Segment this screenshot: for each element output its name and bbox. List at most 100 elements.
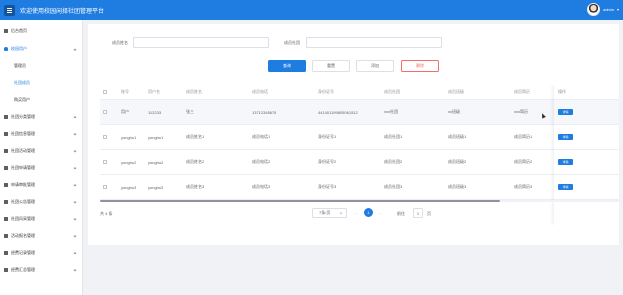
detail-button[interactable]: 详情 xyxy=(558,184,573,190)
row-checkbox[interactable] xyxy=(103,110,107,114)
sidebar-item-label: 社团风采管理 xyxy=(11,216,35,221)
reset-button[interactable]: 重置 xyxy=(312,60,350,72)
sidebar-item-club-members[interactable]: 社团成员 xyxy=(0,78,83,88)
table-cell: 成员姓名2 xyxy=(186,159,205,164)
sidebar-item-label: 后台首页 xyxy=(11,28,27,33)
table-cell: 成员社团3 xyxy=(384,184,403,189)
table-cell: 13712345678 xyxy=(252,109,277,115)
sidebar-item-label: 经费记录管理 xyxy=(11,250,35,255)
sidebar-item-announcements[interactable]: 社团公告管理 xyxy=(0,197,83,207)
page-size-value: 7条/页 xyxy=(319,210,331,215)
delete-button[interactable]: 删除 xyxy=(401,60,439,72)
column-header: 成员姓名 xyxy=(186,89,202,94)
table-row[interactable]: yonghu1 yonghu1 成员姓名1 成员电话1 身份证号1 成员社团1 … xyxy=(100,125,619,150)
member-club-label: 成员社团 xyxy=(284,40,300,45)
table-cell: 成员电话2 xyxy=(252,159,271,164)
row-checkbox[interactable] xyxy=(103,160,107,164)
chevron-down-icon xyxy=(73,268,77,272)
add-button[interactable]: 添加 xyxy=(356,60,394,72)
menu-toggle-button[interactable] xyxy=(4,4,15,16)
horizontal-scrollbar[interactable] xyxy=(100,200,619,202)
member-name-label: 成员姓名 xyxy=(112,40,128,45)
table-cell: 成员姓名1 xyxy=(186,134,205,139)
table-row[interactable]: yonghu2 yonghu2 成员姓名2 成员电话2 身份证号2 成员社团2 … xyxy=(100,150,619,175)
sidebar-item-funds-records[interactable]: 经费记录管理 xyxy=(0,248,83,258)
sidebar-item-buyers[interactable]: 购买用户 xyxy=(0,95,83,105)
column-header: 成员社团 xyxy=(384,89,400,94)
table-cell: yonghu1 xyxy=(121,134,137,140)
table-cell: 成员简历1 xyxy=(514,134,533,139)
sidebar-item-club-activity[interactable]: 社团活动管理 xyxy=(0,146,83,156)
column-header: 账号 xyxy=(121,89,129,94)
scrollbar-thumb[interactable] xyxy=(100,200,500,202)
sidebar-item-label: 经费汇总管理 xyxy=(11,267,35,272)
sidebar-item-label: 社团分类管理 xyxy=(11,114,35,119)
detail-button[interactable]: 详情 xyxy=(558,109,573,115)
sidebar-item-admin[interactable]: 管理员 xyxy=(0,61,83,71)
chevron-up-icon xyxy=(73,48,77,52)
user-name[interactable]: admin xyxy=(603,7,614,12)
chevron-down-icon xyxy=(73,166,77,170)
chevron-down-icon xyxy=(73,115,77,119)
sidebar-item-label: 社团公告管理 xyxy=(11,199,35,204)
grid-icon xyxy=(4,251,8,255)
search-button[interactable]: 查询 xyxy=(268,60,306,72)
table-cell: yonghu3 xyxy=(121,184,137,190)
chevron-down-icon xyxy=(73,183,77,187)
sidebar-item-approval[interactable]: 申请审批管理 xyxy=(0,180,83,190)
column-header: 用户名 xyxy=(148,89,160,94)
goto-label: 前往 xyxy=(397,211,405,216)
member-name-input[interactable] xyxy=(133,37,269,48)
column-header: 成员简历 xyxy=(514,89,530,94)
page-size-select[interactable]: 7条/页 xyxy=(312,208,347,218)
members-table: 账号 用户名 成员姓名 成员电话 身份证号 成员社团 成员班级 成员简历 用户 … xyxy=(100,85,619,225)
user-menu[interactable]: admin xyxy=(587,3,619,16)
grid-icon xyxy=(4,217,8,221)
table-cell: 成员电话1 xyxy=(252,134,271,139)
sidebar-item-club-category[interactable]: 社团分类管理 xyxy=(0,112,83,122)
next-page-icon[interactable]: › xyxy=(377,210,383,216)
sidebar-item-label: 活动报名管理 xyxy=(11,233,35,238)
chevron-down-icon[interactable] xyxy=(617,8,619,11)
user-icon xyxy=(4,47,8,51)
chevron-down-icon xyxy=(339,211,343,215)
table-cell: 441401199805061512 xyxy=(318,109,358,115)
member-club-input[interactable] xyxy=(306,37,442,48)
sidebar-item-activity-signup[interactable]: 活动报名管理 xyxy=(0,231,83,241)
table-row[interactable]: yonghu3 yonghu3 成员姓名3 成员电话3 身份证号3 成员社团3 … xyxy=(100,175,619,200)
grid-icon xyxy=(4,115,8,119)
sidebar-item-label: 社团成员 xyxy=(14,80,30,85)
goto-page-input[interactable]: 1 xyxy=(413,208,423,218)
table-cell: 112233 xyxy=(148,109,162,115)
row-checkbox[interactable] xyxy=(103,135,107,139)
operations-column: 操作 详情 详情 详情 详情 xyxy=(554,85,619,225)
sidebar-item-home[interactable]: 后台首页 xyxy=(0,26,83,36)
chevron-down-icon xyxy=(73,200,77,204)
table-cell: xxx简历 xyxy=(514,109,528,114)
table-cell: 成员班级1 xyxy=(448,134,467,139)
table-cell: 成员简历3 xyxy=(514,184,533,189)
grid-icon xyxy=(4,166,8,170)
page-number-current[interactable]: 1 xyxy=(364,208,373,217)
sidebar-item-club-showcase[interactable]: 社团风采管理 xyxy=(0,214,83,224)
avatar[interactable] xyxy=(587,3,601,16)
sidebar-item-club-info[interactable]: 社团信息管理 xyxy=(0,129,83,139)
sidebar-item-label: 社团申请管理 xyxy=(11,165,35,170)
table-cell: 用户 xyxy=(121,109,129,114)
table-cell: 身份证号3 xyxy=(318,184,337,189)
grid-icon xyxy=(4,200,8,204)
chevron-down-icon xyxy=(73,234,77,238)
detail-button[interactable]: 详情 xyxy=(558,134,573,140)
table-cell: 成员班级3 xyxy=(448,184,467,189)
detail-button[interactable]: 详情 xyxy=(558,159,573,165)
table-cell: xxx社团 xyxy=(384,109,398,114)
row-checkbox[interactable] xyxy=(103,185,107,189)
table-cell: 成员电话3 xyxy=(252,184,271,189)
sidebar-item-campus-users[interactable]: 校园用户 xyxy=(0,44,83,54)
select-all-checkbox[interactable] xyxy=(103,90,107,94)
sidebar-item-label: 申请审批管理 xyxy=(11,182,35,187)
operations-cell: 详情 xyxy=(554,175,619,200)
sidebar-item-club-apply[interactable]: 社团申请管理 xyxy=(0,163,83,173)
sidebar-item-funds-summary[interactable]: 经费汇总管理 xyxy=(0,265,83,275)
prev-page-icon[interactable]: ‹ xyxy=(353,210,359,216)
